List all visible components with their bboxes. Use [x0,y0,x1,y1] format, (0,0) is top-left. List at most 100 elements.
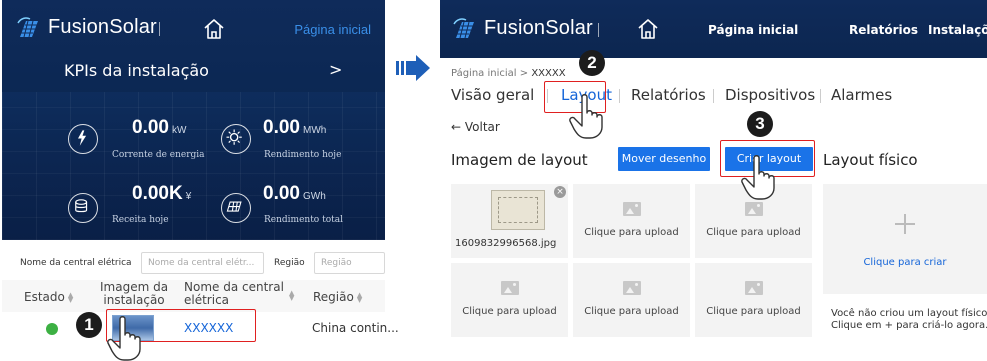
upload-label: Clique para upload [462,306,557,317]
nav-home-link[interactable]: Página inicial [294,22,371,37]
column-header-region[interactable]: Região ▲ ▼ [313,291,362,304]
home-icon[interactable] [202,17,226,41]
breadcrumb-current: XXXXX [531,68,566,79]
kpi-header-area: FusionSolar Página inicial KPIs da insta… [2,0,385,240]
kpi-unit: GWh [302,191,326,202]
kpi-value: 0.00 [263,117,300,138]
breadcrumb: Página inicial > XXXXX [451,68,566,79]
filter-bar: Nome da central elétrica Nome da central… [2,252,385,276]
sun-icon [221,124,251,154]
kpi-more-chevron[interactable]: > [329,60,342,79]
status-indicator [46,323,58,335]
tab-divider [820,89,821,103]
breadcrumb-separator: > [519,68,529,79]
back-link[interactable]: ← Voltar [451,120,500,134]
note-line: Você não criou um layout físico. [831,308,987,319]
column-header-status[interactable]: Estado ▲ ▼ [24,291,73,304]
image-placeholder-icon [622,202,641,216]
home-icon[interactable] [636,17,660,41]
move-drawing-button[interactable]: Mover desenho [618,147,710,171]
plant-name-filter-label: Nome da central elétrica [20,258,132,268]
brand-logo[interactable]: FusionSolar [16,16,157,39]
header-divider [598,23,599,37]
breadcrumb-home[interactable]: Página inicial [451,68,517,79]
pointer-hand-icon [569,94,603,139]
upload-label: Clique para upload [706,306,801,317]
tab-overview[interactable]: Visão geral [451,86,534,104]
step-1-badge: 1 [76,312,102,338]
pointer-hand-icon [741,155,775,200]
plant-name-filter-input[interactable]: Nome da central elétr... [141,252,264,274]
image-placeholder-icon [744,202,763,216]
layout-image-title: Imagem de layout [451,151,588,169]
pointer-hand-icon [107,316,141,361]
header-label: instalação [103,293,165,307]
fusionsolar-logo-icon [453,17,474,38]
kpi-label: Rendimento hoje [264,150,342,160]
region-value: China contin... [312,321,399,335]
coins-icon [68,193,98,223]
upload-tile[interactable]: Clique para upload [695,263,812,337]
brand-name: FusionSolar [48,16,157,38]
mobile-home-screen: FusionSolar Página inicial KPIs da insta… [2,0,399,361]
sort-icon[interactable]: ▲ ▼ [289,290,294,302]
tab-divider [713,89,714,103]
lightning-icon [68,124,98,154]
app-header: FusionSolar Página inicial Relatórios In… [440,0,987,58]
flow-arrow-icon [396,55,430,81]
create-physical-layout-tile[interactable]: Clique para criar [823,184,987,294]
note-line: Clique em + para criá-lo agora. [831,320,987,331]
uploaded-image-tile[interactable]: × 1609832996568.jpg [451,184,568,258]
kpi-unit: kW [171,125,187,136]
tab-divider [619,89,620,103]
plant-list: Nome da central elétrica Nome da central… [2,240,399,361]
header-label: elétrica [184,293,230,307]
header-divider [159,22,160,36]
column-header-image: Imagem da instalação [100,281,168,307]
uploaded-file-name: 1609832996568.jpg [455,238,557,249]
plus-icon [895,214,915,234]
nav-plants[interactable]: Instalações [928,23,987,37]
step-3-badge: 3 [747,111,773,137]
no-layout-note: Você não criou um layout físico. Clique … [831,308,987,332]
sort-icon[interactable]: ▲ ▼ [357,291,362,303]
layout-photo-thumbnail [491,190,545,230]
image-placeholder-icon [622,281,641,295]
tab-alarms[interactable]: Alarmes [831,86,892,104]
image-placeholder-icon [744,281,763,295]
kpi-value: 0.00 [132,117,169,138]
kpi-label: Receita hoje [112,215,169,225]
kpi-label: Corrente de energia [112,150,205,160]
region-filter-input[interactable]: Região [314,252,385,274]
region-filter-label: Região [274,258,305,268]
upload-tile[interactable]: Clique para upload [573,184,690,258]
kpi-section-title: KPIs da instalação [64,61,209,80]
close-icon[interactable]: × [554,186,566,198]
kpi-unit: MWh [302,125,327,136]
tab-reports[interactable]: Relatórios [631,86,706,104]
create-label: Clique para criar [863,257,947,268]
upload-tile[interactable]: Clique para upload [573,263,690,337]
image-placeholder-icon [500,281,519,295]
tab-devices[interactable]: Dispositivos [725,86,815,104]
nav-home[interactable]: Página inicial [708,23,798,37]
solar-panel-icon [221,193,251,223]
nav-reports[interactable]: Relatórios [849,23,918,37]
upload-tile[interactable]: Clique para upload [451,263,568,337]
upload-label: Clique para upload [584,227,679,238]
plant-detail-screen: FusionSolar Página inicial Relatórios In… [440,0,987,361]
kpi-value: 0.00 [263,183,300,204]
app-header: FusionSolar Página inicial [2,0,385,64]
table-header: Estado ▲ ▼ Imagem da instalação Nome da ce… [2,280,385,312]
fusionsolar-logo-icon [17,16,38,37]
sort-icon[interactable]: ▲ ▼ [68,291,73,303]
step-2-badge: 2 [579,50,605,76]
upload-label: Clique para upload [706,227,801,238]
physical-layout-title: Layout físico [823,151,918,169]
brand-logo[interactable]: FusionSolar [452,17,593,40]
kpi-unit: ¥ [185,191,192,202]
kpi-value: 0.00K [132,183,183,204]
upload-label: Clique para upload [584,306,679,317]
header-label: Região [313,290,354,304]
column-header-name: Nome da central elétrica [184,281,284,307]
